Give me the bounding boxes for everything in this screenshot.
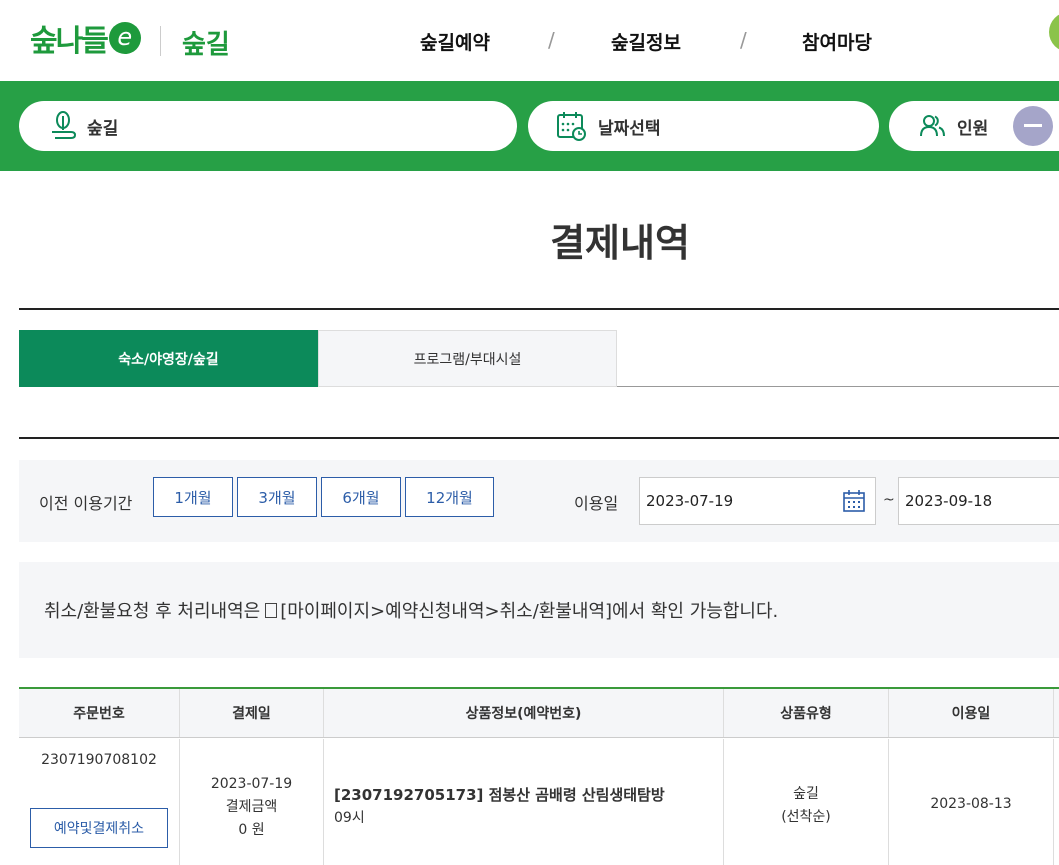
logo-text: 숲나들 [30,24,109,59]
order-number-cell: 2307190708102 예약및결제취소 [19,739,180,865]
people-icon [919,112,947,140]
site-header: 숲나들 e 숲길 숲길예약 / 숲길정보 / 참여마당 [0,0,1059,81]
cancel-reservation-button[interactable]: 예약및결제취소 [30,808,168,848]
decrease-people-button[interactable] [1013,106,1053,146]
date-range-separator: ~ [883,492,895,508]
tab-program-facility[interactable]: 프로그램/부대시설 [318,330,617,387]
col-product-type: 상품유형 [724,689,889,737]
start-date-input[interactable]: 2023-07-19 [639,477,876,525]
calendar-icon[interactable] [843,490,865,512]
date-filter-panel: 이전 이용기간 1개월 3개월 6개월 12개월 이용일 2023-07-19 … [19,460,1059,542]
table-row: 2307190708102 예약및결제취소 2023-07-19 결제금액 0 … [19,739,1059,865]
nav-forest-trail-info[interactable]: 숲길정보 [611,28,681,55]
payment-amount-label: 결제금액 [225,799,278,815]
payment-date-cell: 2023-07-19 결제금액 0 원 [180,739,324,865]
product-time: 09시 [334,810,365,826]
logo-divider [160,26,161,56]
notice-link[interactable]: [마이페이지>예약신청내역>취소/환불내역] [280,597,612,623]
date-label: 날짜선택 [598,118,661,139]
period-1-month-button[interactable]: 1개월 [153,477,233,517]
product-title[interactable]: [2307192705173] 점봉산 곰배령 산림생태탐방 [334,784,665,807]
use-date-cell: 2023-08-13 [889,739,1054,865]
order-number: 2307190708102 [41,752,157,768]
calendar-icon [556,110,588,142]
nav-forest-trail-reservation[interactable]: 숲길예약 [420,28,490,55]
service-name[interactable]: 숲길 [182,24,230,61]
period-label: 이전 이용기간 [39,494,133,513]
tab-underline [617,386,1059,387]
logo-e-mark: e [108,22,141,54]
notice-text-after: 에서 확인 가능합니다. [612,601,779,622]
menu-button[interactable] [1049,12,1059,52]
product-type-sub: (선착순) [781,809,831,825]
product-info-cell: [2307192705173] 점봉산 곰배령 산림생태탐방 09시 [324,739,724,865]
col-order-number: 주문번호 [19,689,180,737]
nav-separator: / [740,28,747,52]
period-6-month-button[interactable]: 6개월 [321,477,401,517]
end-date-input[interactable]: 2023-09-18 [898,477,1059,525]
title-divider [19,308,1059,310]
col-use-date: 이용일 [889,689,1054,737]
period-12-month-button[interactable]: 12개월 [405,477,494,517]
table-header-row: 주문번호 결제일 상품정보(예약번호) 상품유형 이용일 [19,689,1059,738]
payment-date: 2023-07-19 [210,776,293,792]
trail-icon [49,110,77,142]
use-date: 2023-08-13 [930,796,1012,812]
start-date-value: 2023-07-19 [646,492,734,510]
period-3-month-button[interactable]: 3개월 [237,477,317,517]
use-date-label: 이용일 [574,494,619,513]
nav-participation[interactable]: 참여마당 [802,28,872,55]
col-payment-date: 결제일 [180,689,324,737]
notice-text-before: 취소/환불요청 후 처리내역은 [44,601,261,622]
product-type-cell: 숲길 (선착순) [724,739,889,865]
product-type: 숲길 [793,786,819,802]
refund-notice: 취소/환불요청 후 처리내역은 [마이페이지>예약신청내역>취소/환불내역] 에… [19,562,1059,658]
nav-separator: / [548,28,555,52]
payment-amount: 0 원 [238,822,265,838]
end-date-value: 2023-09-18 [905,492,993,510]
section-divider [19,437,1059,439]
site-logo[interactable]: 숲나들 e [30,10,141,66]
people-select[interactable]: 인원 [889,101,1059,151]
page-title: 결제내역 [550,221,690,265]
people-label: 인원 [957,118,989,139]
date-select[interactable]: 날짜선택 [528,101,879,151]
tab-lodging-campsite-trail[interactable]: 숙소/야영장/숲길 [19,330,318,387]
place-select[interactable]: 숲길 [19,101,517,151]
document-icon [265,602,278,618]
col-product-info: 상품정보(예약번호) [324,689,724,737]
place-label: 숲길 [87,118,119,139]
reservation-search-bar: 숲길 날짜선택 인원 [0,81,1059,171]
payment-table: 주문번호 결제일 상품정보(예약번호) 상품유형 이용일 23071907081… [19,687,1059,865]
